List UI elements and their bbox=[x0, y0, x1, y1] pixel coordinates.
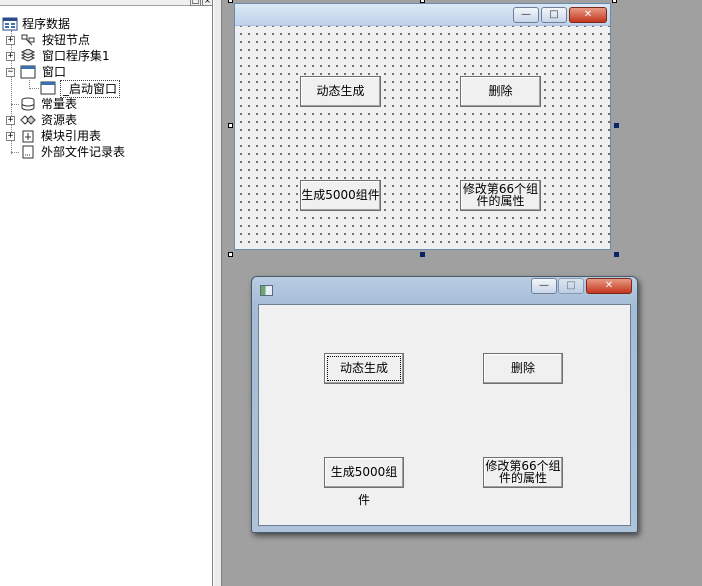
close-button[interactable]: ✕ bbox=[569, 7, 607, 23]
resize-handle[interactable] bbox=[228, 123, 233, 128]
project-tree-panel: □ × 程序数据 + 按钮节点 + 窗口程序集1 − 窗口 _启动窗口 常量表 … bbox=[0, 0, 213, 586]
tree-item-label: 按钮节点 bbox=[42, 33, 91, 47]
resize-handle[interactable] bbox=[420, 252, 425, 257]
expand-icon[interactable]: + bbox=[6, 52, 15, 61]
tree-line bbox=[29, 88, 39, 89]
preview-client-area: 动态生成 删除 生成5000组件 修改第66个组 件的属性 bbox=[258, 304, 631, 526]
delete-button[interactable]: 删除 bbox=[460, 76, 541, 107]
tree-item-constants[interactable]: 常量表 bbox=[20, 96, 200, 112]
dynamic-generate-button[interactable]: 动态生成 bbox=[324, 353, 404, 384]
preview-window[interactable]: — □ ✕ 动态生成 删除 生成5000组件 修改第66个组 件的属性 bbox=[251, 276, 638, 533]
tree-root[interactable]: 程序数据 bbox=[2, 16, 202, 32]
window-icon bbox=[20, 65, 36, 79]
tree-line bbox=[11, 104, 19, 105]
resize-handle[interactable] bbox=[614, 252, 619, 257]
modify-66th-component-button[interactable]: 修改第66个组 件的属性 bbox=[483, 457, 563, 488]
resize-handle[interactable] bbox=[614, 123, 619, 128]
panel-splitter[interactable] bbox=[213, 0, 222, 586]
generate-5000-button[interactable]: 生成5000组件 bbox=[324, 457, 404, 507]
resize-handle[interactable] bbox=[612, 0, 617, 3]
expand-icon[interactable]: + bbox=[6, 132, 15, 141]
tree-root-label: 程序数据 bbox=[22, 17, 71, 31]
tree-item-label: 窗口程序集1 bbox=[42, 49, 110, 63]
resources-icon bbox=[20, 115, 36, 125]
tree-item-button-node[interactable]: + 按钮节点 bbox=[6, 32, 206, 48]
tree-item-label: 资源表 bbox=[41, 113, 78, 127]
file-record-icon bbox=[22, 145, 34, 159]
minimize-button[interactable]: — bbox=[531, 278, 557, 294]
panel-top-strip bbox=[0, 0, 213, 6]
program-data-icon bbox=[2, 17, 18, 31]
design-form-titlebar[interactable]: — □ ✕ bbox=[235, 4, 610, 26]
modify-66th-component-button[interactable]: 修改第66个组 件的属性 bbox=[460, 180, 541, 211]
module-reference-icon bbox=[22, 130, 34, 143]
window-app-icon bbox=[260, 285, 273, 296]
maximize-button[interactable]: □ bbox=[541, 7, 567, 23]
window-icon bbox=[40, 81, 56, 95]
generate-5000-button[interactable]: 生成5000组件 bbox=[300, 180, 381, 211]
assembly-stack-icon bbox=[20, 49, 36, 62]
tree-item-module-refs[interactable]: + 模块引用表 bbox=[6, 128, 206, 144]
panel-restore-button[interactable]: □ bbox=[190, 0, 201, 6]
close-button[interactable]: ✕ bbox=[586, 278, 632, 294]
collapse-icon[interactable]: − bbox=[6, 68, 15, 77]
tree-item-windows[interactable]: − 窗口 bbox=[6, 64, 206, 80]
tree-item-resources[interactable]: + 资源表 bbox=[6, 112, 206, 128]
constants-table-icon bbox=[21, 97, 35, 111]
maximize-button[interactable]: □ bbox=[558, 278, 584, 294]
tree-item-startup-window[interactable]: _启动窗口 bbox=[40, 80, 200, 98]
expand-icon[interactable]: + bbox=[6, 116, 15, 125]
button-label-line: 件的属性 bbox=[498, 471, 547, 485]
tree-item-external-files[interactable]: 外部文件记录表 bbox=[20, 144, 210, 160]
tree-line bbox=[11, 152, 19, 153]
panel-close-button[interactable]: × bbox=[202, 0, 213, 6]
button-node-icon bbox=[21, 34, 35, 46]
tree-item-label: 模块引用表 bbox=[41, 129, 102, 143]
tree-item-label: 外部文件记录表 bbox=[41, 145, 126, 159]
design-form[interactable]: — □ ✕ 动态生成 删除 生成5000组件 修改第66个组 件的属性 bbox=[234, 3, 611, 250]
resize-handle[interactable] bbox=[228, 0, 233, 3]
expand-icon[interactable]: + bbox=[6, 36, 15, 45]
tree-item-label: 窗口 bbox=[42, 65, 67, 79]
minimize-button[interactable]: — bbox=[513, 7, 539, 23]
tree-item-label: 常量表 bbox=[41, 97, 78, 111]
delete-button[interactable]: 删除 bbox=[483, 353, 563, 384]
button-label-line: 件的属性 bbox=[476, 194, 525, 208]
tree-item-window-assembly[interactable]: + 窗口程序集1 bbox=[6, 48, 206, 64]
dynamic-generate-button[interactable]: 动态生成 bbox=[300, 76, 381, 107]
resize-handle[interactable] bbox=[228, 252, 233, 257]
